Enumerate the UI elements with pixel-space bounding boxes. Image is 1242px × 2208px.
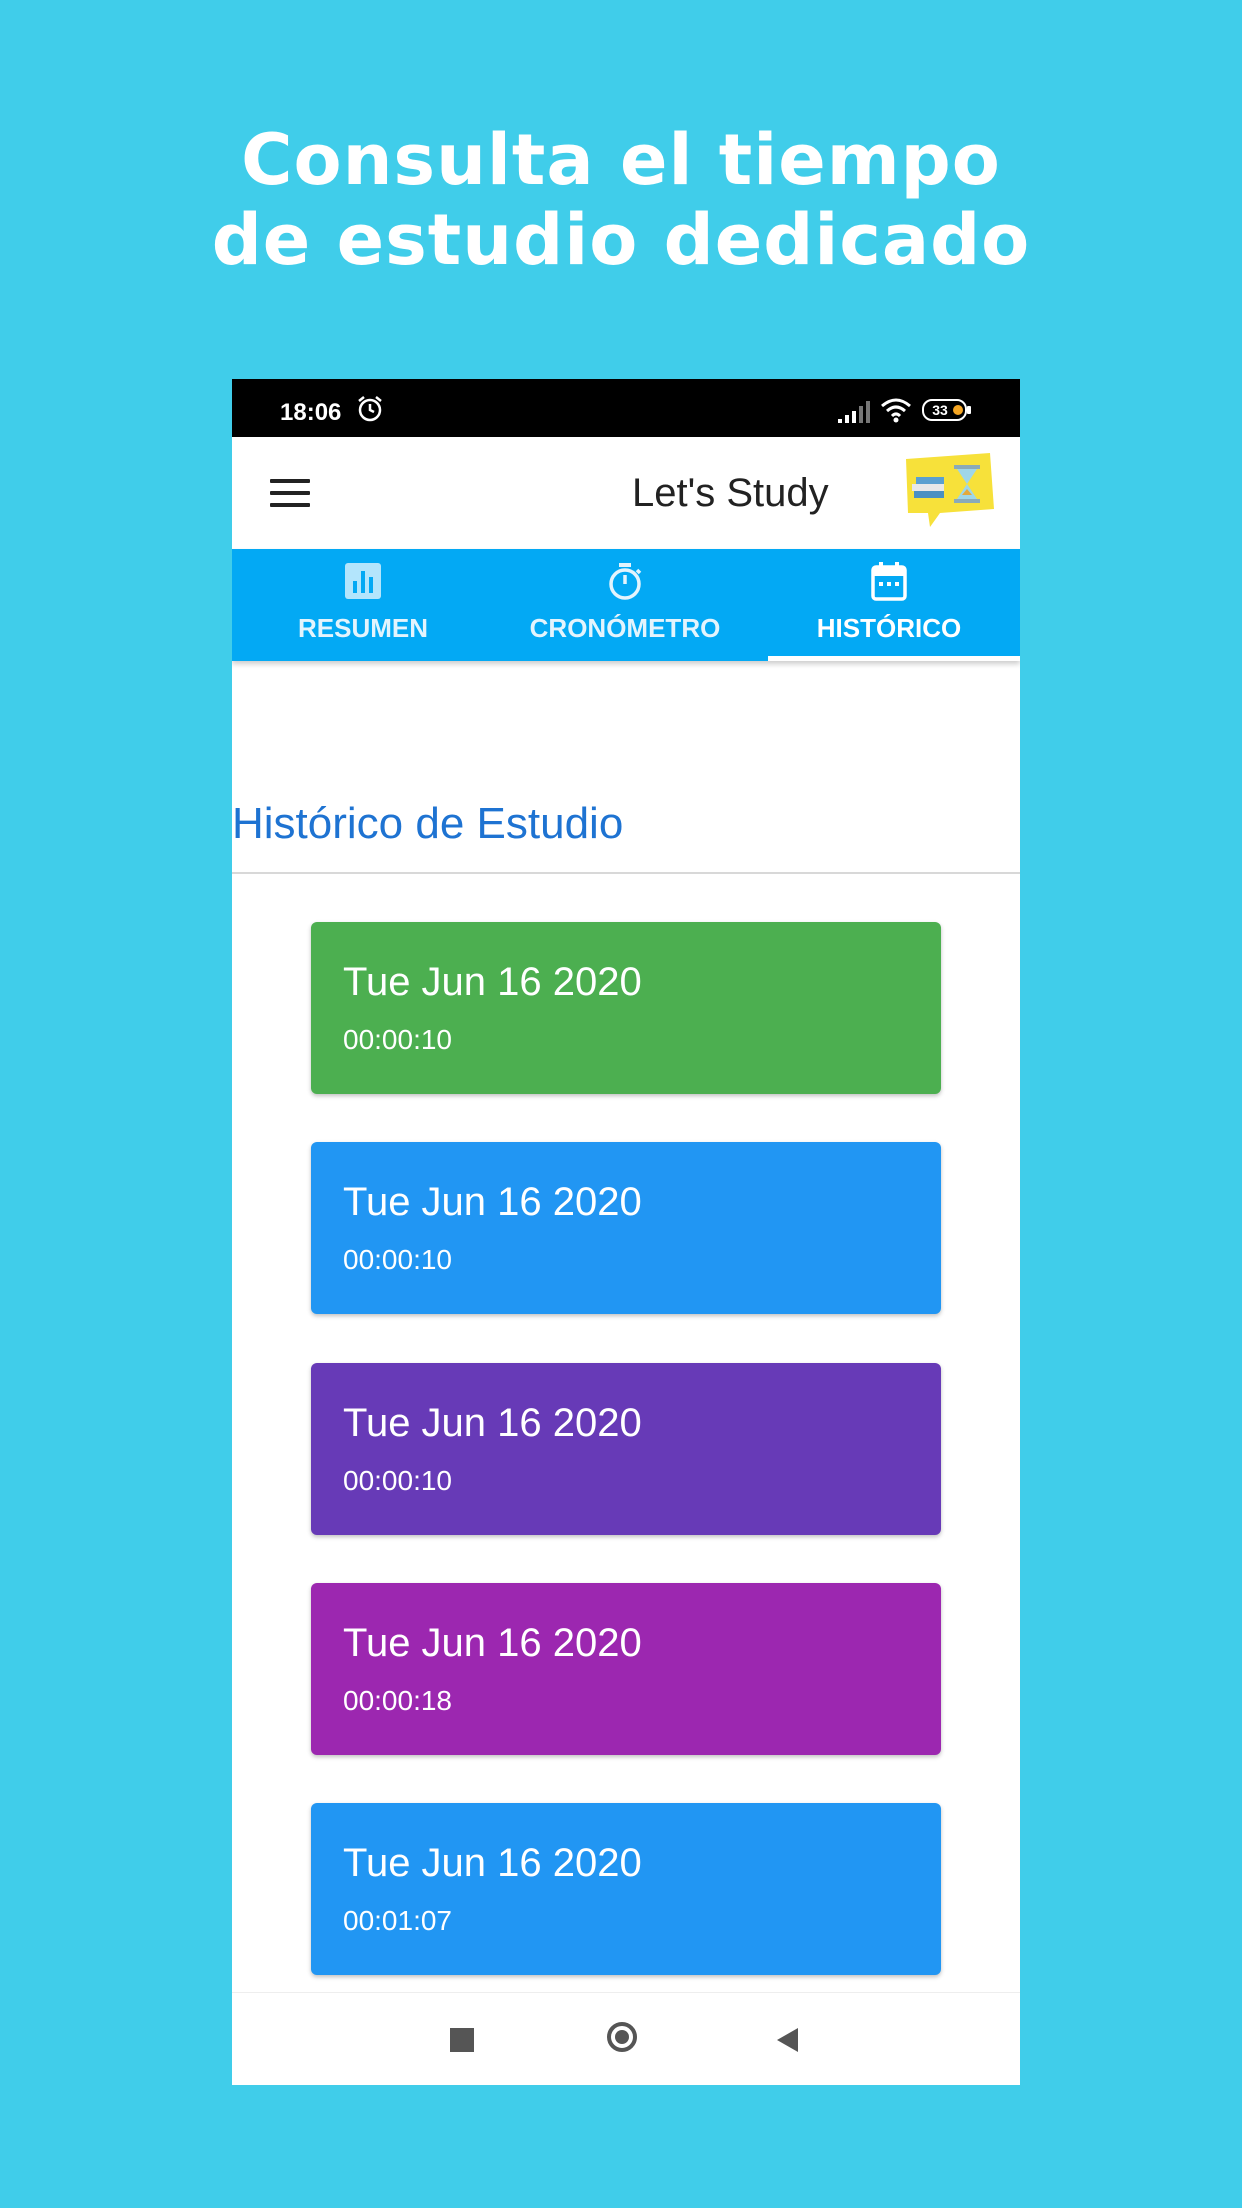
history-card[interactable]: Tue Jun 16 2020 00:00:10 xyxy=(311,1363,941,1535)
status-bar: 18:06 33 xyxy=(232,379,1020,437)
section-title: Histórico de Estudio xyxy=(232,799,624,848)
tab-resumen[interactable]: RESUMEN xyxy=(232,549,494,661)
tab-cronometro-label: CRONÓMETRO xyxy=(529,613,721,643)
promo-headline: Consulta el tiempo de estudio dedicado xyxy=(0,120,1242,280)
history-card-date: Tue Jun 16 2020 xyxy=(343,1621,642,1665)
recent-apps-button[interactable] xyxy=(450,2028,474,2052)
tab-historico[interactable]: HISTÓRICO xyxy=(758,549,1020,661)
tab-selected-indicator xyxy=(768,656,1020,661)
history-card-duration: 00:00:10 xyxy=(343,1024,452,1055)
stopwatch-icon xyxy=(609,563,642,600)
wifi-icon xyxy=(881,398,911,423)
tab-bar: RESUMEN CRONÓMETRO HISTÓRICO xyxy=(232,549,1020,661)
history-card-duration: 00:00:18 xyxy=(343,1685,452,1716)
app-logo-icon xyxy=(906,453,994,527)
tab-cronometro[interactable]: CRONÓMETRO xyxy=(494,549,756,661)
history-card-duration: 00:00:10 xyxy=(343,1244,452,1275)
history-card[interactable]: Tue Jun 16 2020 00:00:10 xyxy=(311,922,941,1094)
menu-icon[interactable] xyxy=(270,479,310,509)
history-card-date: Tue Jun 16 2020 xyxy=(343,960,642,1004)
bar-chart-icon xyxy=(345,563,381,599)
phone-screen: 18:06 33 Let's Study RESUMEN CRONÓMETRO … xyxy=(232,379,1020,2085)
back-button[interactable] xyxy=(774,2026,802,2054)
home-button[interactable] xyxy=(607,2022,637,2052)
promo-headline-line1: Consulta el tiempo xyxy=(241,119,1001,201)
history-card[interactable]: Tue Jun 16 2020 00:00:18 xyxy=(311,1583,941,1755)
history-card[interactable]: Tue Jun 16 2020 00:00:10 xyxy=(311,1142,941,1314)
promo-headline-line2: de estudio dedicado xyxy=(211,199,1031,281)
history-card-duration: 00:00:10 xyxy=(343,1465,452,1496)
history-card-date: Tue Jun 16 2020 xyxy=(343,1180,642,1224)
history-card[interactable]: Tue Jun 16 2020 00:01:07 xyxy=(311,1803,941,1975)
app-bar: Let's Study xyxy=(232,437,1020,549)
calendar-icon xyxy=(871,562,907,601)
alarm-icon xyxy=(358,396,382,422)
history-card-duration: 00:01:07 xyxy=(343,1905,452,1936)
system-nav-bar xyxy=(232,1992,1020,2085)
battery-icon: 33 xyxy=(922,399,972,421)
battery-level: 33 xyxy=(932,402,948,418)
tab-resumen-label: RESUMEN xyxy=(297,613,428,643)
tab-historico-label: HISTÓRICO xyxy=(816,613,962,643)
history-card-date: Tue Jun 16 2020 xyxy=(343,1841,642,1885)
divider xyxy=(232,872,1020,874)
signal-icon xyxy=(838,401,870,423)
status-time: 18:06 xyxy=(280,399,342,426)
history-card-date: Tue Jun 16 2020 xyxy=(343,1401,642,1445)
app-title: Let's Study xyxy=(632,471,829,515)
